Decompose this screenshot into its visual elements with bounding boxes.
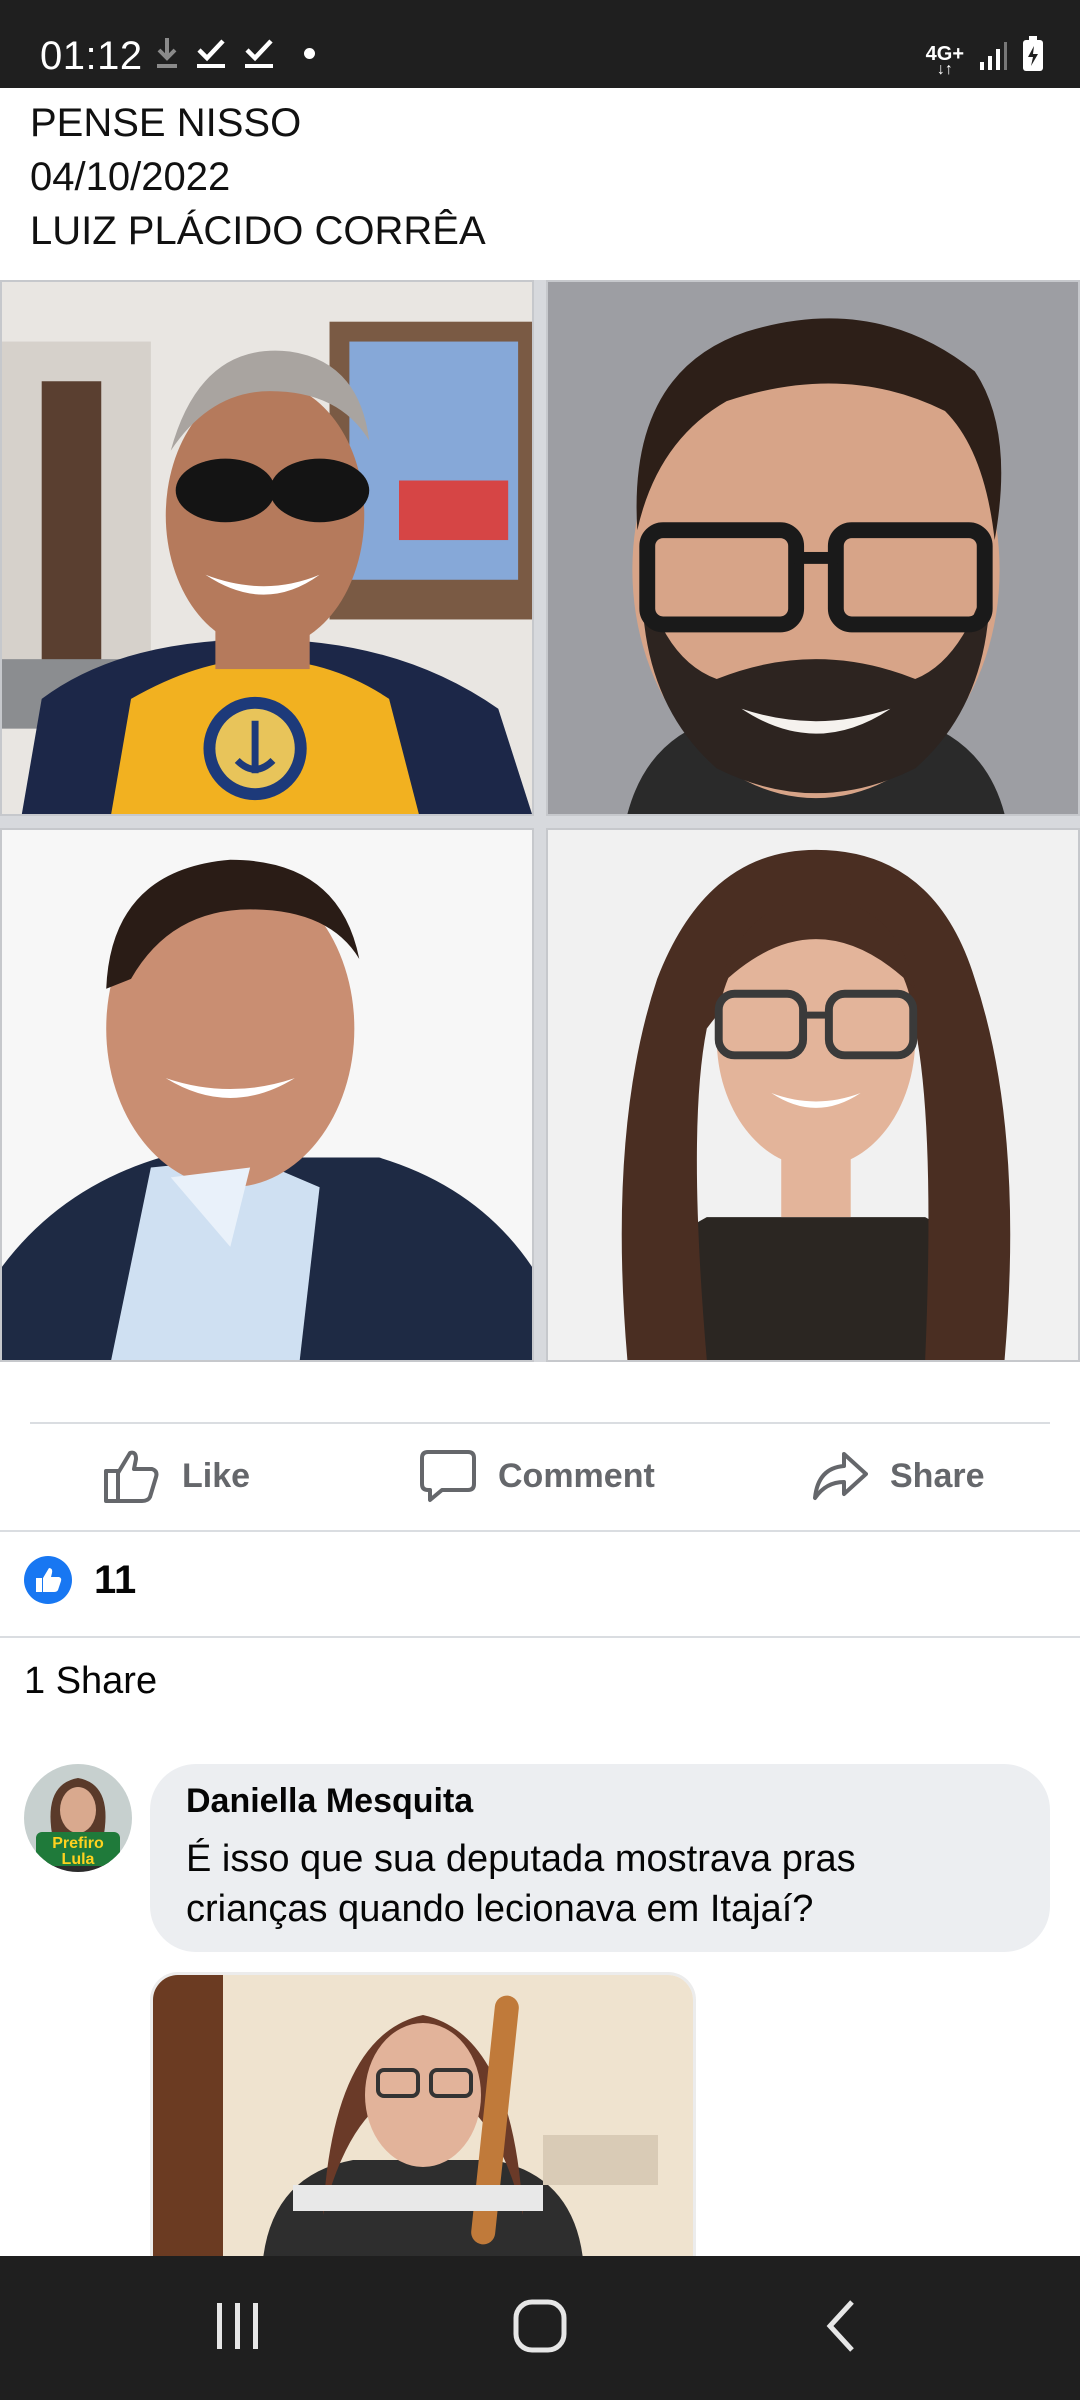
thumbs-up-icon bbox=[102, 1447, 160, 1505]
avatar[interactable]: Prefiro Lula bbox=[24, 1764, 132, 1872]
battery-icon bbox=[1022, 36, 1044, 77]
back-chevron-icon bbox=[822, 2298, 862, 2359]
photo-man-sunglasses[interactable] bbox=[0, 280, 534, 816]
notification-icons bbox=[156, 36, 315, 70]
comment-author[interactable]: Daniella Mesquita bbox=[186, 1782, 473, 1821]
check-icon bbox=[244, 36, 274, 70]
system-icons: 4G+ ↓↑ bbox=[925, 36, 1044, 78]
comment-label: Comment bbox=[498, 1456, 655, 1495]
signal-icon bbox=[978, 40, 1008, 77]
share-button[interactable]: Share bbox=[812, 1422, 985, 1530]
photo-man-suit[interactable] bbox=[0, 828, 534, 1362]
photo-grid bbox=[0, 280, 1080, 1362]
back-button[interactable] bbox=[762, 2256, 922, 2400]
status-time: 01:12 bbox=[40, 34, 143, 78]
network-type: 4G+ ↓↑ bbox=[925, 43, 964, 78]
avatar-badge-text: Prefiro Lula bbox=[52, 1835, 104, 1868]
comment-image[interactable] bbox=[150, 1972, 696, 2256]
comment-button[interactable]: Comment bbox=[420, 1422, 655, 1530]
post-line: LUIZ PLÁCIDO CORRÊA bbox=[30, 209, 486, 253]
photo-woman-glasses[interactable] bbox=[546, 828, 1080, 1362]
share-arrow-icon bbox=[812, 1450, 868, 1502]
comment-bubble[interactable]: Daniella Mesquita É isso que sua deputad… bbox=[150, 1764, 1050, 1952]
photo-man-glasses-beard[interactable] bbox=[546, 280, 1080, 816]
divider bbox=[0, 1636, 1080, 1638]
recent-apps-button[interactable] bbox=[158, 2256, 318, 2400]
comment-icon bbox=[420, 1448, 476, 1504]
system-nav-bar bbox=[0, 2256, 1080, 2400]
status-bar: 01:12 4G+ ↓↑ bbox=[0, 0, 1080, 88]
divider bbox=[0, 1530, 1080, 1532]
post-line: 04/10/2022 bbox=[30, 155, 231, 199]
action-bar: Like Comment Share bbox=[0, 1422, 1080, 1530]
home-button[interactable] bbox=[460, 2256, 620, 2400]
reaction-count: 11 bbox=[94, 1557, 137, 1602]
recent-apps-icon bbox=[213, 2301, 263, 2356]
comment-text: É isso que sua deputada mostrava pras cr… bbox=[186, 1838, 856, 1930]
dot-icon bbox=[304, 47, 315, 59]
reactions-summary[interactable]: 11 bbox=[24, 1556, 136, 1604]
home-icon bbox=[512, 2298, 568, 2359]
like-reaction-icon bbox=[24, 1556, 72, 1604]
like-label: Like bbox=[182, 1456, 251, 1495]
post-line: PENSE NISSO bbox=[30, 101, 302, 145]
post-text: PENSE NISSO 04/10/2022 LUIZ PLÁCIDO CORR… bbox=[30, 96, 486, 258]
share-label: Share bbox=[890, 1456, 985, 1495]
download-icon bbox=[156, 36, 178, 70]
like-button[interactable]: Like bbox=[102, 1422, 250, 1530]
check-icon bbox=[196, 36, 226, 70]
share-count[interactable]: 1 Share bbox=[24, 1660, 157, 1703]
